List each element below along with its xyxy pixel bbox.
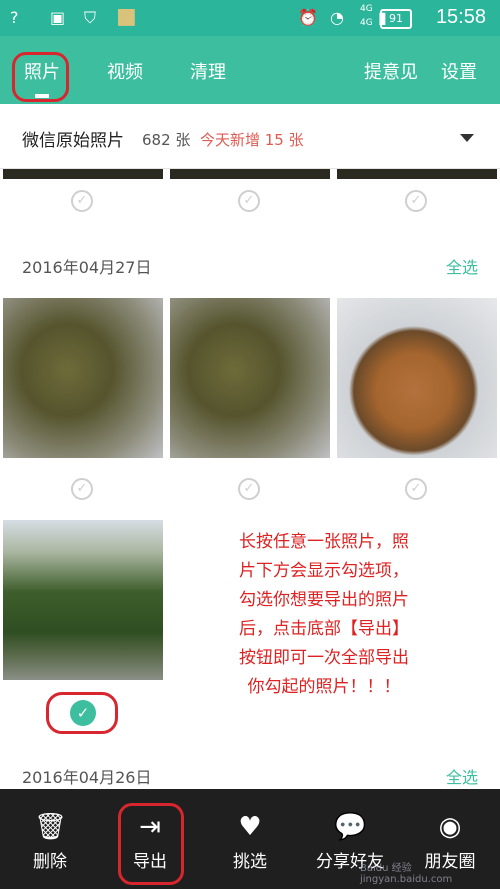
status-bar: ? ▣ ⛉ ■ ⏰ ◔ 4G 4G ▮ 91 15:58 — [0, 0, 500, 36]
bag-icon: ■ — [116, 4, 137, 29]
bottom-action-bar: 🗑 删除 ⇥ 导出 ♥ 挑选 💬 分享好友 ◉ 朋友圈 Baidu 经验 jin… — [0, 789, 500, 889]
annotation-line: 长按任意一张照片，照 — [239, 532, 409, 552]
tab-clean[interactable]: 清理 — [190, 58, 226, 84]
tab-photos[interactable]: 照片 — [24, 58, 60, 84]
export-label: 导出 — [133, 852, 167, 872]
watermark: Baidu 经验 jingyan.baidu.com — [360, 863, 453, 885]
export-button[interactable]: ⇥ 导出 — [100, 789, 200, 889]
pick-label: 挑选 — [233, 852, 267, 872]
tab-videos[interactable]: 视频 — [107, 58, 143, 84]
export-icon: ⇥ — [139, 812, 161, 842]
section-date: 2016年04月26日 — [22, 768, 152, 787]
select-checkbox[interactable]: ✓ — [71, 478, 93, 500]
select-all-button[interactable]: 全选 — [446, 254, 478, 278]
wechat-icon: 💬 — [334, 812, 367, 842]
trash-icon: 🗑 — [34, 812, 68, 842]
album-count: 682 张 — [142, 131, 191, 149]
heart-icon: ♥ — [238, 812, 262, 842]
wifi-icon: ◔ — [330, 8, 344, 27]
network-label-1: 4G — [360, 4, 373, 14]
clock: 15:58 — [435, 6, 486, 28]
delete-label: 删除 — [33, 852, 67, 872]
gallery-icon: ▣ — [50, 8, 66, 27]
photo-thumbnail[interactable] — [170, 298, 330, 458]
pick-button[interactable]: ♥ 挑选 — [200, 789, 300, 889]
section-date: 2016年04月27日 — [22, 258, 152, 277]
shield-icon: ⛉ — [84, 8, 97, 27]
select-checkbox[interactable]: ✓ — [238, 478, 260, 500]
photo-thumbnail-selected[interactable] — [3, 520, 163, 680]
dropdown-arrow-icon[interactable] — [460, 134, 474, 142]
battery-indicator: 91 — [380, 9, 412, 29]
tab-bar: 照片 视频 清理 提意见 设置 — [0, 36, 500, 104]
select-checkbox[interactable]: ✓ — [71, 190, 93, 212]
active-tab-indicator — [35, 94, 49, 98]
network-label-2: 4G — [360, 18, 373, 28]
select-checkbox[interactable]: ✓ — [238, 190, 260, 212]
moments-icon: ◉ — [438, 812, 462, 842]
tab-settings[interactable]: 设置 — [441, 58, 477, 84]
annotation-line: 片下方会显示勾选项， — [239, 561, 409, 581]
photo-thumbnail[interactable] — [170, 169, 330, 179]
select-checkbox[interactable]: ✓ — [405, 190, 427, 212]
photo-thumbnail[interactable] — [3, 169, 163, 179]
photo-thumbnail[interactable] — [337, 298, 497, 458]
tab-feedback[interactable]: 提意见 — [364, 58, 418, 84]
selected-checkbox[interactable]: ✓ — [70, 700, 96, 726]
photo-thumbnail[interactable] — [3, 298, 163, 458]
delete-button[interactable]: 🗑 删除 — [0, 789, 100, 889]
select-checkbox[interactable]: ✓ — [405, 478, 427, 500]
album-new-today: 今天新增 15 张 — [200, 131, 304, 149]
photo-thumbnail[interactable] — [337, 169, 497, 179]
alarm-icon: ⏰ — [298, 8, 318, 27]
instruction-annotation: 长按任意一张照片，照 片下方会显示勾选项， 勾选你想要导出的照片 后，点击底部【… — [204, 528, 444, 702]
annotation-line: 你勾起的照片！！！ — [247, 677, 401, 697]
album-name: 微信原始照片 — [22, 131, 124, 151]
annotation-line: 勾选你想要导出的照片 — [239, 590, 409, 610]
wifi-question-icon: ? — [10, 8, 19, 27]
select-all-button[interactable]: 全选 — [446, 764, 478, 788]
annotation-line: 按钮即可一次全部导出 — [239, 648, 409, 668]
annotation-line: 后，点击底部【导出】 — [239, 619, 409, 639]
album-selector[interactable]: 微信原始照片 682 张 今天新增 15 张 — [0, 104, 500, 169]
